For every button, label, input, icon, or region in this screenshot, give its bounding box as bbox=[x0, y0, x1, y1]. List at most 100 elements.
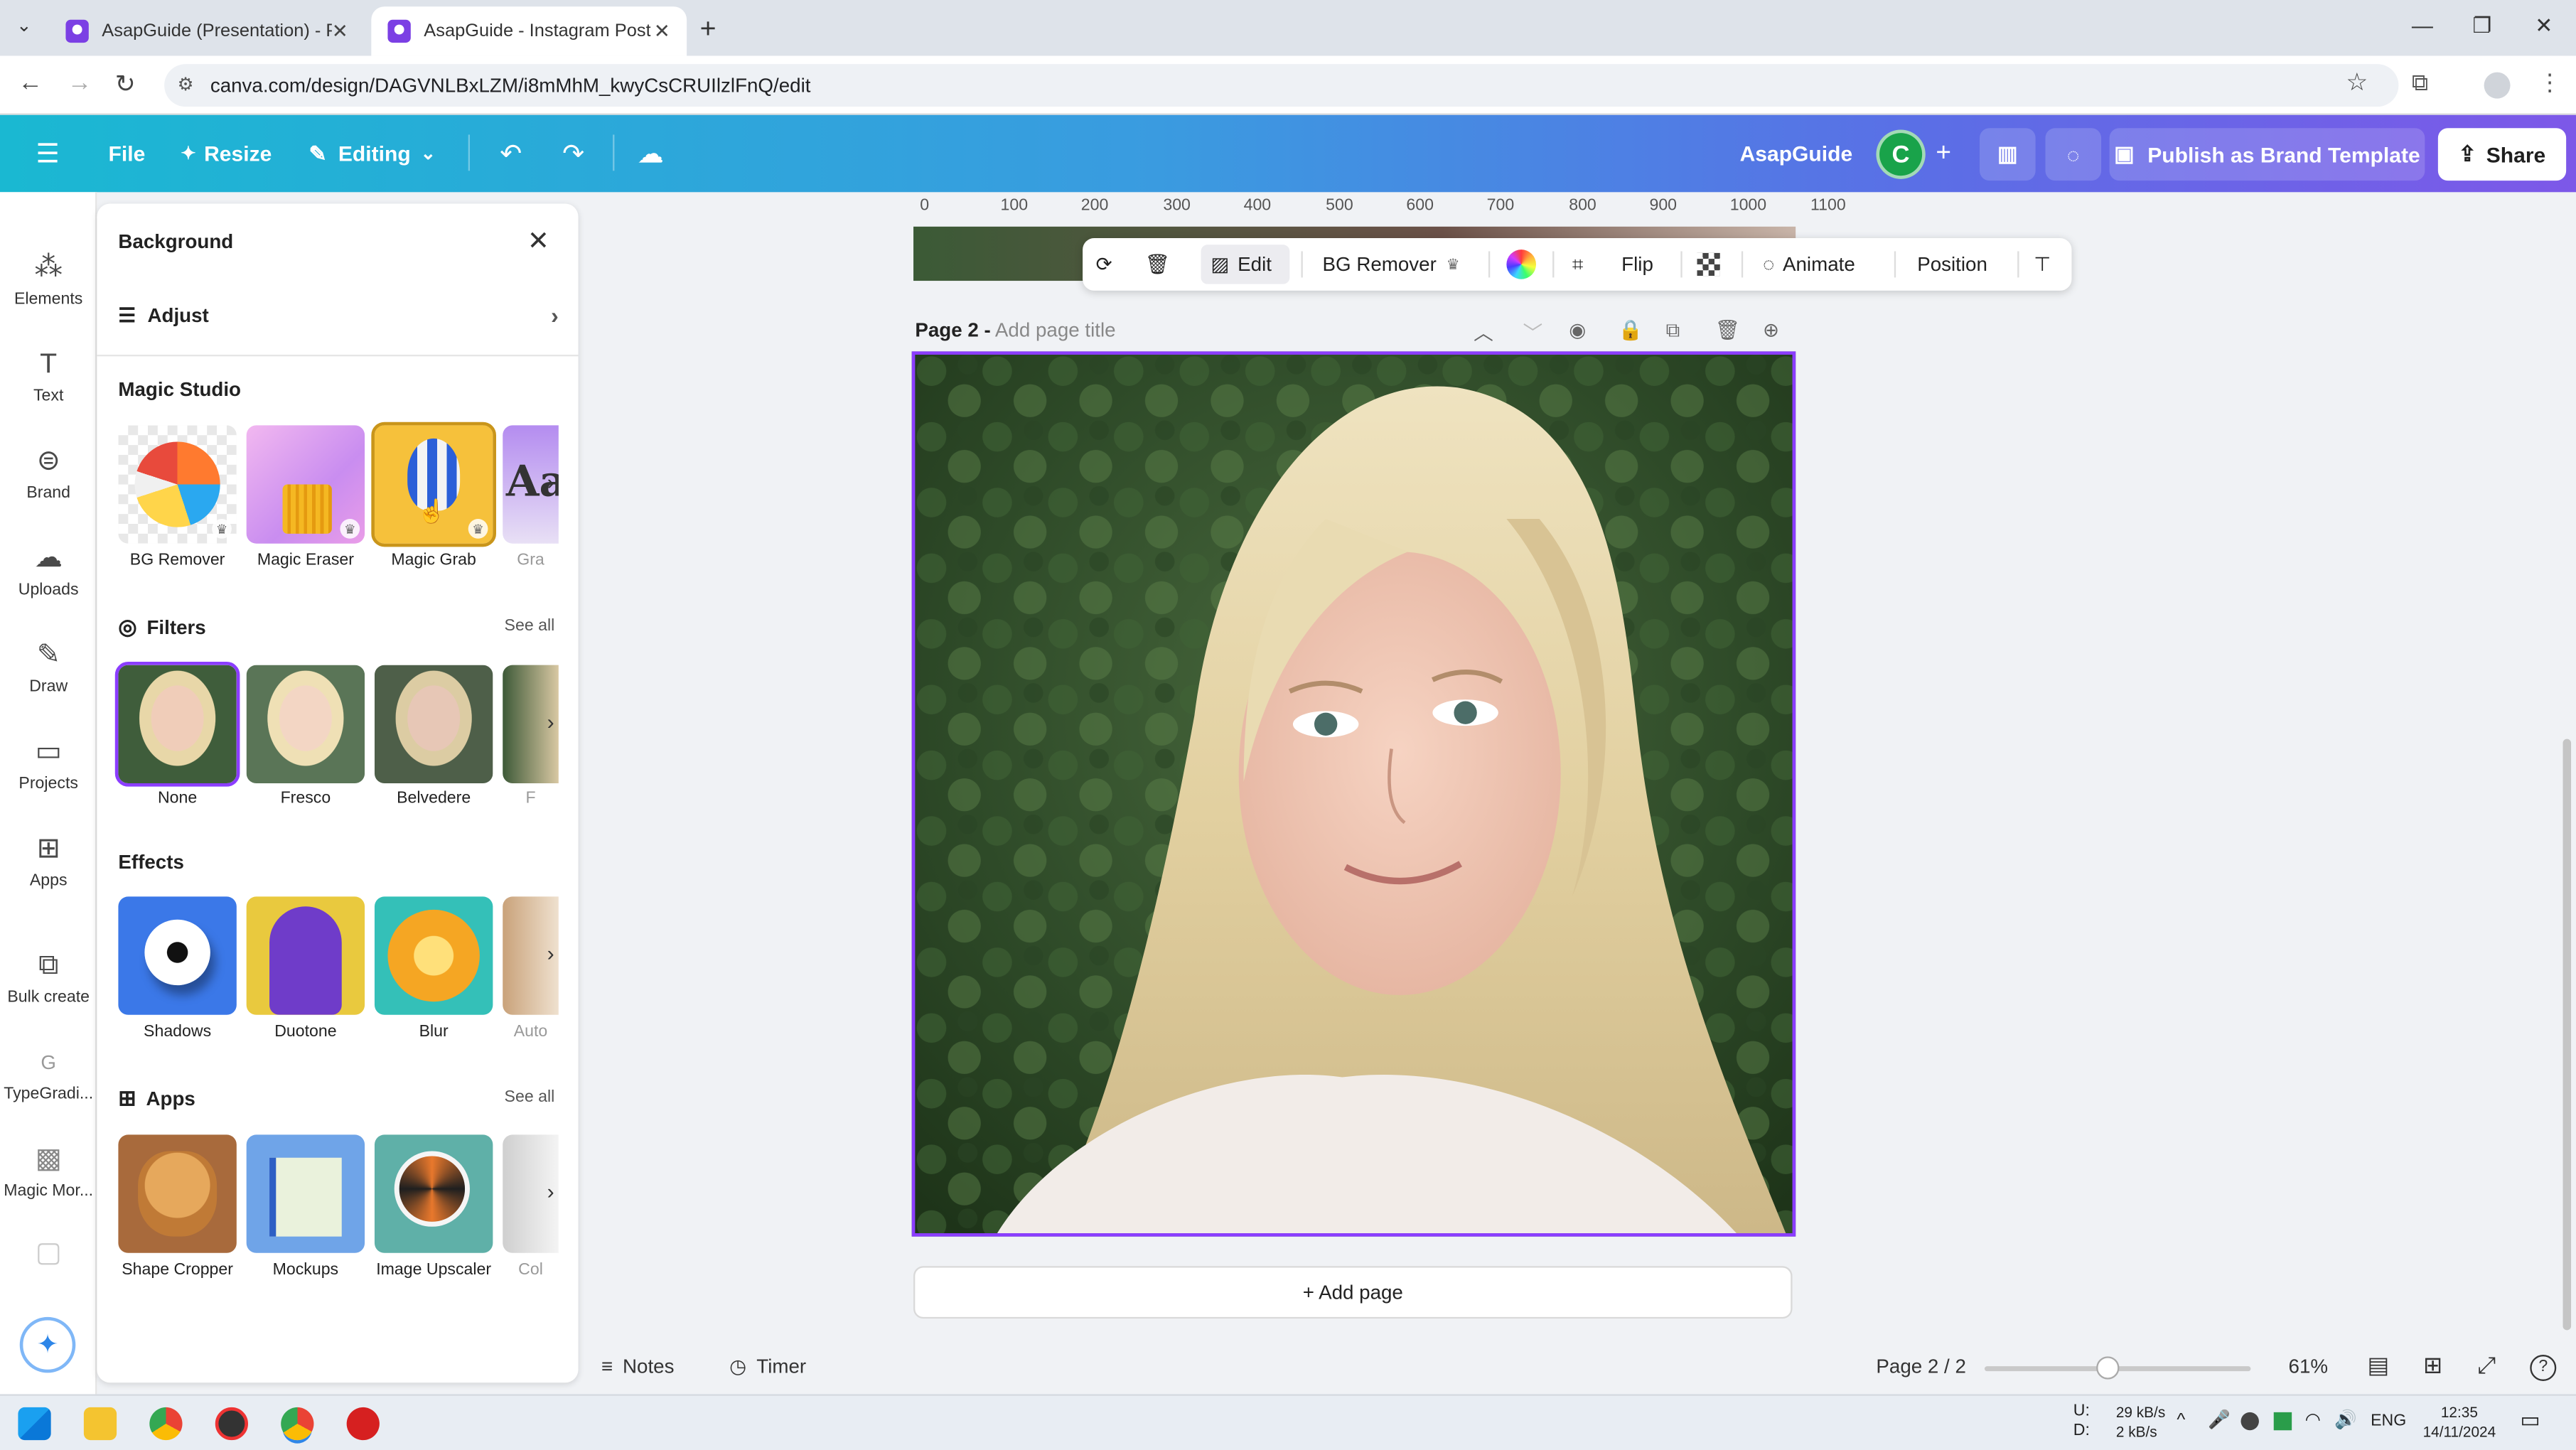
back-icon[interactable]: ← bbox=[18, 69, 43, 97]
zoom-percent[interactable]: 61% bbox=[2289, 1355, 2329, 1378]
transparency-icon[interactable] bbox=[1697, 252, 1720, 276]
sidebar-item-bulk-create[interactable]: ⧉ Bulk create bbox=[0, 949, 97, 1006]
position-button[interactable]: Position bbox=[1917, 238, 1987, 291]
sidebar-item-apps[interactable]: ⊞ Apps bbox=[0, 832, 97, 890]
browser-tab-instagram-post[interactable]: AsapGuide - Instagram Post ✕ bbox=[371, 6, 687, 56]
filter-none-tile[interactable] bbox=[114, 662, 240, 787]
reload-icon[interactable]: ↻ bbox=[115, 69, 136, 98]
bg-remover-tile[interactable]: ♛ bbox=[118, 425, 237, 544]
bg-remover-button[interactable]: BG Remover ♛ bbox=[1323, 238, 1460, 291]
extensions-icon[interactable]: ⧉ bbox=[2412, 69, 2428, 97]
browser-tab-presentation[interactable]: AsapGuide (Presentation) - Pre ✕ bbox=[49, 6, 365, 55]
zoom-slider-handle[interactable] bbox=[2096, 1356, 2120, 1380]
app-mockups-tile[interactable] bbox=[246, 1134, 365, 1253]
tray-overflow-chevron-icon[interactable]: ^ bbox=[2177, 1411, 2185, 1431]
scroll-right-chevron-icon[interactable]: › bbox=[547, 470, 554, 495]
sidebar-item-typegradient[interactable]: G TypeGradi... bbox=[0, 1046, 97, 1104]
obs-record-icon[interactable] bbox=[346, 1407, 380, 1441]
scroll-right-chevron-icon[interactable]: › bbox=[547, 941, 554, 966]
language-indicator[interactable]: ENG bbox=[2371, 1412, 2406, 1432]
canvas-scrollbar[interactable] bbox=[2562, 739, 2572, 1331]
fullscreen-icon[interactable]: ⤢ bbox=[2477, 1351, 2496, 1379]
scroll-view-icon[interactable]: ▤ bbox=[2367, 1351, 2389, 1379]
help-icon[interactable]: ? bbox=[2530, 1355, 2557, 1381]
apps-see-all-link[interactable]: See all bbox=[505, 1089, 555, 1107]
sidebar-item-uploads[interactable]: ☁ Uploads bbox=[0, 542, 97, 599]
share-button[interactable]: ⇪ Share bbox=[2437, 128, 2567, 181]
user-avatar[interactable]: C bbox=[1876, 129, 1926, 179]
grid-view-icon[interactable]: ⊞ bbox=[2423, 1351, 2442, 1379]
page-count[interactable]: Page 2 / 2 bbox=[1876, 1355, 1965, 1378]
sidebar-item-elements[interactable]: ⁂ Elements bbox=[0, 251, 97, 308]
effect-duotone-tile[interactable] bbox=[246, 896, 365, 1015]
undo-icon[interactable]: ↶ bbox=[490, 133, 532, 176]
redo-icon[interactable]: ↷ bbox=[552, 133, 595, 176]
microphone-icon[interactable]: 🎤 bbox=[2208, 1411, 2231, 1431]
recorder-icon[interactable] bbox=[215, 1407, 248, 1441]
add-page-button[interactable]: + Add page bbox=[913, 1266, 1793, 1319]
window-close-icon[interactable]: ✕ bbox=[2535, 13, 2553, 39]
duplicate-page-icon[interactable]: ⧉ bbox=[1666, 318, 1680, 343]
filters-see-all-link[interactable]: See all bbox=[505, 618, 555, 635]
lock-page-icon[interactable]: 🔒 bbox=[1619, 318, 1643, 341]
notifications-icon[interactable]: ▭ bbox=[2520, 1409, 2540, 1430]
add-page-icon[interactable]: ⊕ bbox=[1763, 318, 1779, 341]
magic-grab-tile[interactable]: ☝ ♛ bbox=[371, 421, 496, 547]
flip-button[interactable]: Flip bbox=[1621, 238, 1653, 291]
chrome-active-icon[interactable] bbox=[281, 1407, 314, 1441]
tray-app-icon[interactable] bbox=[2240, 1412, 2259, 1431]
restore-icon[interactable]: ❐ bbox=[2472, 13, 2491, 39]
delete-page-icon[interactable]: 🗑 bbox=[1715, 318, 1740, 341]
profile-avatar[interactable] bbox=[2484, 72, 2511, 99]
add-page-title-input[interactable]: Add page title bbox=[995, 318, 1116, 341]
filter-belvedere-tile[interactable] bbox=[374, 665, 493, 784]
volume-icon[interactable]: 🔊 bbox=[2334, 1411, 2357, 1431]
selected-photo[interactable] bbox=[911, 351, 1796, 1237]
hide-page-icon[interactable]: ◉ bbox=[1569, 318, 1586, 341]
close-icon[interactable]: ✕ bbox=[527, 225, 549, 258]
minimize-icon[interactable]: — bbox=[2412, 13, 2433, 38]
copy-style-paint-roller-icon[interactable]: ⊤ bbox=[2034, 238, 2051, 291]
edit-image-button[interactable]: ▨ Edit bbox=[1211, 238, 1272, 291]
sidebar-item-brand[interactable]: ⊜ Brand bbox=[0, 445, 97, 503]
crop-icon[interactable]: ⌗ bbox=[1572, 238, 1584, 291]
bookmark-star-icon[interactable]: ☆ bbox=[2346, 68, 2368, 97]
sidebar-item-magic-morph[interactable]: ▩ Magic Mor... bbox=[0, 1143, 97, 1201]
move-page-down-icon[interactable]: ﹀ bbox=[1523, 318, 1543, 346]
new-tab-icon[interactable]: + bbox=[700, 13, 717, 45]
forward-icon[interactable]: → bbox=[68, 69, 92, 97]
timer-button[interactable]: ◷ Timer bbox=[729, 1355, 806, 1378]
chrome-icon[interactable] bbox=[149, 1407, 183, 1441]
insights-chart-icon[interactable]: ▥ bbox=[1980, 128, 2036, 181]
filter-fresco-tile[interactable] bbox=[246, 665, 365, 784]
comments-icon[interactable]: ◌ bbox=[2045, 128, 2102, 181]
sidebar-item-projects[interactable]: ▭ Projects bbox=[0, 736, 97, 793]
windows-start-icon[interactable] bbox=[18, 1407, 51, 1441]
magic-assistant-sparkle-icon[interactable]: ✦ bbox=[19, 1316, 76, 1373]
browser-menu-icon[interactable]: ⋮ bbox=[2538, 69, 2561, 97]
notes-button[interactable]: ≡ Notes bbox=[601, 1355, 675, 1378]
main-menu-icon[interactable]: ☰ bbox=[26, 133, 69, 176]
tray-green-app-icon[interactable] bbox=[2273, 1412, 2292, 1431]
add-collaborator-icon[interactable]: + bbox=[1922, 133, 1965, 176]
regenerate-icon[interactable]: ⟳ bbox=[1096, 238, 1112, 291]
sidebar-item-text[interactable]: T Text bbox=[0, 348, 97, 406]
magic-eraser-tile[interactable]: ♛ bbox=[246, 425, 365, 544]
animate-button[interactable]: ◌ Animate bbox=[1763, 238, 1855, 291]
team-name[interactable]: AsapGuide bbox=[1740, 115, 1853, 193]
resize-button[interactable]: ✦ Resize bbox=[181, 115, 272, 193]
effect-shadows-tile[interactable] bbox=[118, 896, 237, 1015]
app-image-upscaler-tile[interactable] bbox=[374, 1134, 493, 1253]
tab-search-chevron-icon[interactable]: ⌄ bbox=[16, 15, 31, 36]
clock[interactable]: 12:35 14/11/2024 bbox=[2422, 1402, 2497, 1441]
adjust-row[interactable]: ☰ Adjust › bbox=[118, 289, 558, 342]
tab-close-icon[interactable]: ✕ bbox=[332, 20, 348, 43]
scroll-right-chevron-icon[interactable]: › bbox=[547, 709, 554, 734]
wifi-icon[interactable]: ◠ bbox=[2305, 1411, 2321, 1431]
move-page-up-icon[interactable]: ︿ bbox=[1474, 318, 1493, 346]
color-wheel-icon[interactable] bbox=[1506, 249, 1536, 279]
site-info-icon[interactable]: ⚙ bbox=[178, 74, 194, 95]
url-input[interactable]: ⚙ canva.com/design/DAGVNLBxLZM/i8mMhM_kw… bbox=[164, 64, 2399, 107]
cloud-saved-icon[interactable]: ☁ bbox=[629, 133, 672, 176]
editing-mode-button[interactable]: ✎ Editing ⌄ bbox=[309, 115, 436, 193]
